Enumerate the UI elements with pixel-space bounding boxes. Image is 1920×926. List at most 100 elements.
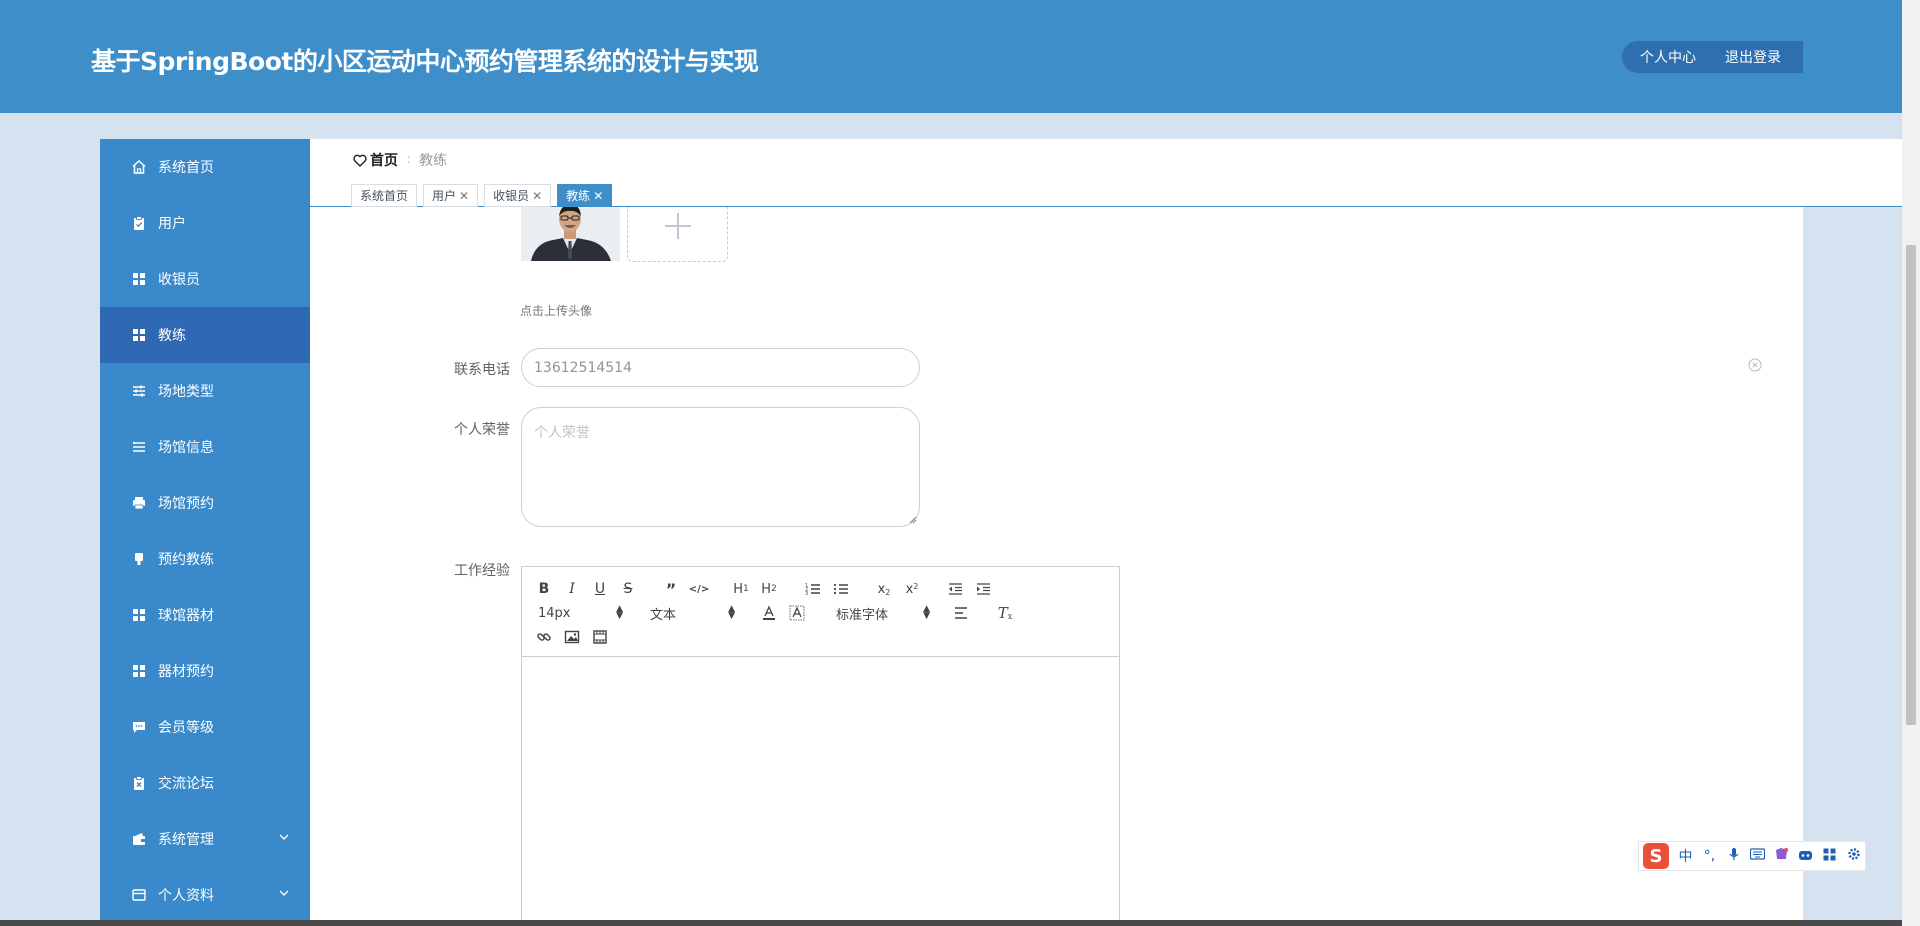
tab-cashier[interactable]: 收银员 ✕: [484, 184, 552, 207]
apps-icon[interactable]: [1822, 848, 1837, 865]
editor-toolbar: B I U S ” </> H1 H2 123 x2 x2 14px ▲ ▼ 文本…: [522, 567, 1119, 657]
sidebar-item-label: 场馆信息: [158, 440, 214, 456]
clear-format-button[interactable]: Tx: [996, 604, 1014, 622]
card-icon: [131, 887, 147, 903]
chevron-down-icon: [279, 890, 289, 896]
page-scrollbar[interactable]: [1902, 0, 1920, 926]
bullet-list-icon[interactable]: [832, 580, 850, 598]
grid-icon: [131, 271, 147, 287]
sidebar-item-home[interactable]: 系统首页: [100, 139, 310, 195]
font-size-value: 14px: [538, 605, 571, 621]
blockquote-button[interactable]: ”: [662, 580, 680, 599]
app-title: 基于SpringBoot的小区运动中心预约管理系统的设计与实现: [91, 47, 759, 76]
tab-label: 用户: [432, 189, 457, 203]
sidebar-item-venue-info[interactable]: 场馆信息: [100, 419, 310, 475]
strike-button[interactable]: S: [619, 580, 637, 598]
sidebar-item-label: 场馆预约: [158, 496, 214, 512]
ime-punct-toggle[interactable]: °,: [1702, 848, 1717, 864]
video-icon[interactable]: [591, 628, 609, 646]
home-icon: [131, 159, 147, 175]
image-icon[interactable]: [563, 628, 581, 646]
align-icon[interactable]: [952, 604, 970, 622]
microphone-icon[interactable]: [1726, 847, 1741, 865]
clear-circle-icon[interactable]: [1748, 358, 1762, 372]
font-family-select[interactable]: 标准字体 ▲ ▼: [836, 604, 930, 623]
sidebar-item-venue-type[interactable]: 场地类型: [100, 363, 310, 419]
breadcrumb: 首页 ∶ 教练: [353, 150, 447, 170]
sidebar-item-coach-booking[interactable]: 预约教练: [100, 531, 310, 587]
settings-icon[interactable]: [1846, 847, 1861, 865]
sidebar-item-cashier[interactable]: 收银员: [100, 251, 310, 307]
close-icon[interactable]: ✕: [532, 189, 542, 203]
avatar-image[interactable]: [521, 207, 620, 261]
superscript-button[interactable]: x2: [903, 580, 921, 598]
header2-button[interactable]: H2: [758, 580, 780, 598]
breadcrumb-separator: ∶: [407, 153, 411, 167]
block-format-select[interactable]: 文本 ▲ ▼: [650, 604, 735, 623]
sidebar-item-label: 教练: [158, 328, 186, 344]
sidebar-item-venue-booking[interactable]: 场馆预约: [100, 475, 310, 531]
indent-icon[interactable]: [974, 580, 992, 598]
grid-icon: [131, 607, 147, 623]
printer-icon: [131, 495, 147, 511]
rich-text-editor: B I U S ” </> H1 H2 123 x2 x2 14px ▲ ▼ 文本…: [521, 566, 1120, 926]
sidebar-item-label: 预约教练: [158, 552, 214, 568]
select-arrows-icon: ▲ ▼: [616, 604, 623, 621]
bold-button[interactable]: B: [535, 580, 553, 598]
profile-center-link[interactable]: 个人中心: [1640, 47, 1696, 67]
block-format-value: 文本: [650, 607, 677, 623]
sidebar-item-label: 器材预约: [158, 664, 214, 680]
robot-icon[interactable]: [1798, 848, 1813, 865]
svg-text:3: 3: [805, 591, 808, 596]
resize-handle-icon[interactable]: [909, 516, 917, 524]
skin-icon[interactable]: [1774, 847, 1789, 865]
italic-button[interactable]: I: [563, 580, 581, 598]
outdent-icon[interactable]: [946, 580, 964, 598]
sidebar-item-equipment-booking[interactable]: 器材预约: [100, 643, 310, 699]
sidebar-item-users[interactable]: 用户: [100, 195, 310, 251]
honor-placeholder: 个人荣誉: [534, 425, 590, 441]
subscript-button[interactable]: x2: [875, 580, 893, 598]
sidebar-item-equipment[interactable]: 球馆器材: [100, 587, 310, 643]
sidebar-item-coach[interactable]: 教练: [100, 307, 310, 363]
sogou-logo[interactable]: S: [1643, 843, 1669, 869]
font-size-select[interactable]: 14px ▲ ▼: [538, 604, 623, 622]
sidebar-item-profile[interactable]: 个人资料: [100, 867, 310, 923]
close-icon[interactable]: ✕: [459, 189, 469, 203]
phone-input[interactable]: 13612514514: [521, 348, 920, 387]
header-actions: 个人中心 退出登录: [1622, 41, 1803, 73]
font-color-icon[interactable]: [760, 604, 778, 622]
clipboard-x-icon: [131, 775, 147, 791]
sidebar-item-forum[interactable]: 交流论坛: [100, 755, 310, 811]
background-color-icon[interactable]: [788, 604, 806, 622]
code-block-button[interactable]: </>: [689, 580, 709, 598]
honor-textarea[interactable]: 个人荣誉: [521, 407, 920, 527]
chat-icon: [131, 719, 147, 735]
header1-button[interactable]: H1: [730, 580, 752, 598]
sidebar-item-member-level[interactable]: 会员等级: [100, 699, 310, 755]
ime-mode-toggle[interactable]: 中: [1678, 846, 1693, 866]
sidebar-item-system-management[interactable]: 系统管理: [100, 811, 310, 867]
editor-body[interactable]: [522, 657, 1119, 926]
breadcrumb-current: 教练: [419, 153, 448, 169]
sidebar-item-label: 用户: [158, 216, 186, 232]
sidebar-item-label: 会员等级: [158, 720, 214, 736]
close-icon[interactable]: ✕: [593, 189, 603, 203]
logout-link[interactable]: 退出登录: [1725, 47, 1781, 67]
grid-icon: [131, 327, 147, 343]
link-icon[interactable]: [535, 628, 553, 646]
tab-home[interactable]: 系统首页: [351, 184, 418, 207]
tab-coach[interactable]: 教练 ✕: [557, 184, 613, 207]
scrollbar-thumb[interactable]: [1906, 245, 1916, 725]
tab-users[interactable]: 用户 ✕: [423, 184, 479, 207]
clipboard-icon: [131, 215, 147, 231]
top-bar: 首页 ∶ 教练 系统首页 用户 ✕ 收银员 ✕ 教练 ✕: [310, 139, 1902, 207]
wallet-icon: [131, 831, 147, 847]
ordered-list-icon[interactable]: 123: [804, 580, 822, 598]
sidebar-item-label: 个人资料: [158, 888, 214, 904]
underline-button[interactable]: U: [591, 580, 609, 598]
list-icon: [131, 439, 147, 455]
avatar-upload-button[interactable]: [627, 207, 728, 262]
keyboard-icon[interactable]: [1749, 848, 1766, 864]
breadcrumb-home[interactable]: 首页: [370, 150, 398, 170]
